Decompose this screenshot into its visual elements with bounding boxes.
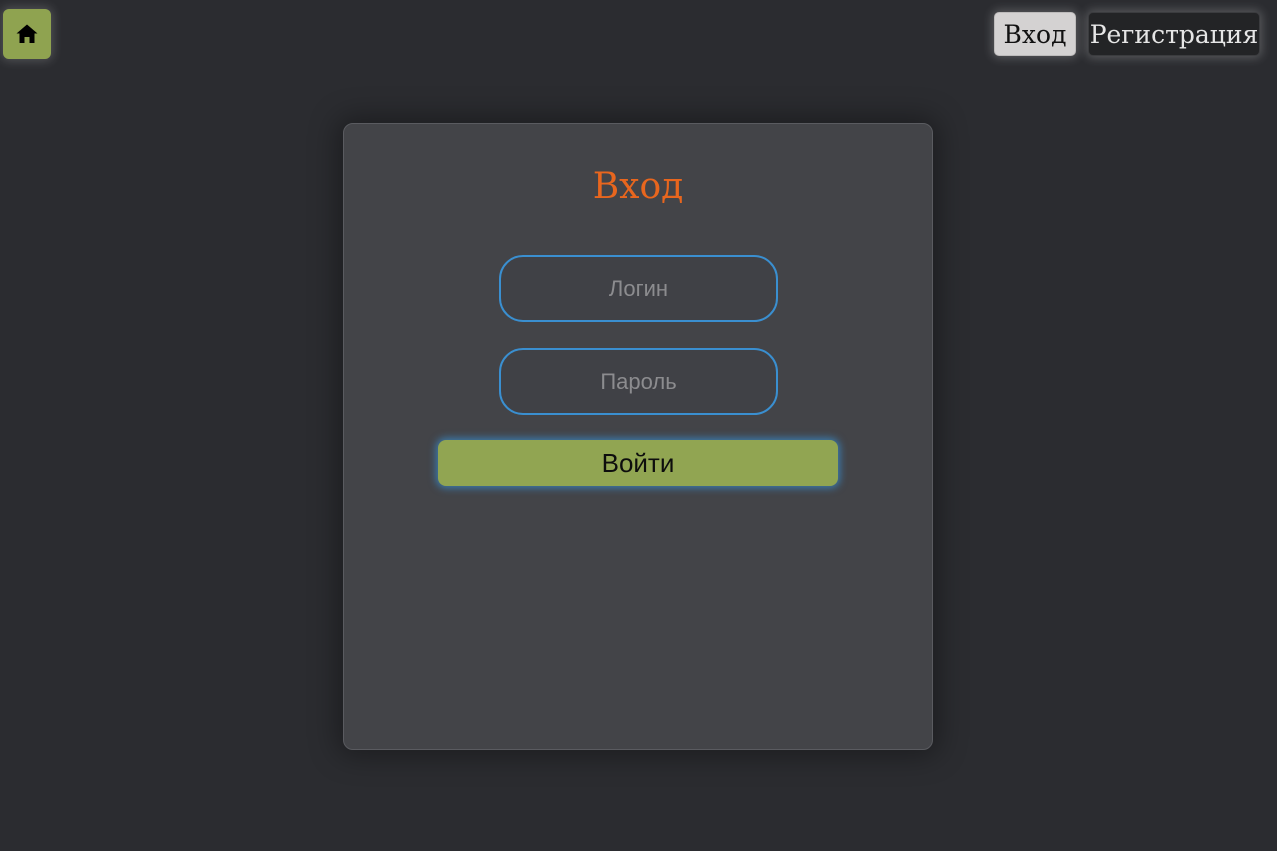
login-title: Вход xyxy=(592,166,684,207)
login-input[interactable] xyxy=(499,255,778,322)
nav-register-button[interactable]: Регистрация xyxy=(1088,12,1260,56)
nav-login-button[interactable]: Вход xyxy=(994,12,1076,56)
password-input[interactable] xyxy=(499,348,778,415)
page: Вход Регистрация Вход Войти xyxy=(0,0,1277,851)
top-nav: Вход Регистрация xyxy=(994,12,1260,56)
home-button[interactable] xyxy=(3,9,51,59)
home-icon xyxy=(15,22,39,46)
submit-login-button[interactable]: Войти xyxy=(438,440,838,486)
login-card: Вход Войти xyxy=(343,123,933,750)
